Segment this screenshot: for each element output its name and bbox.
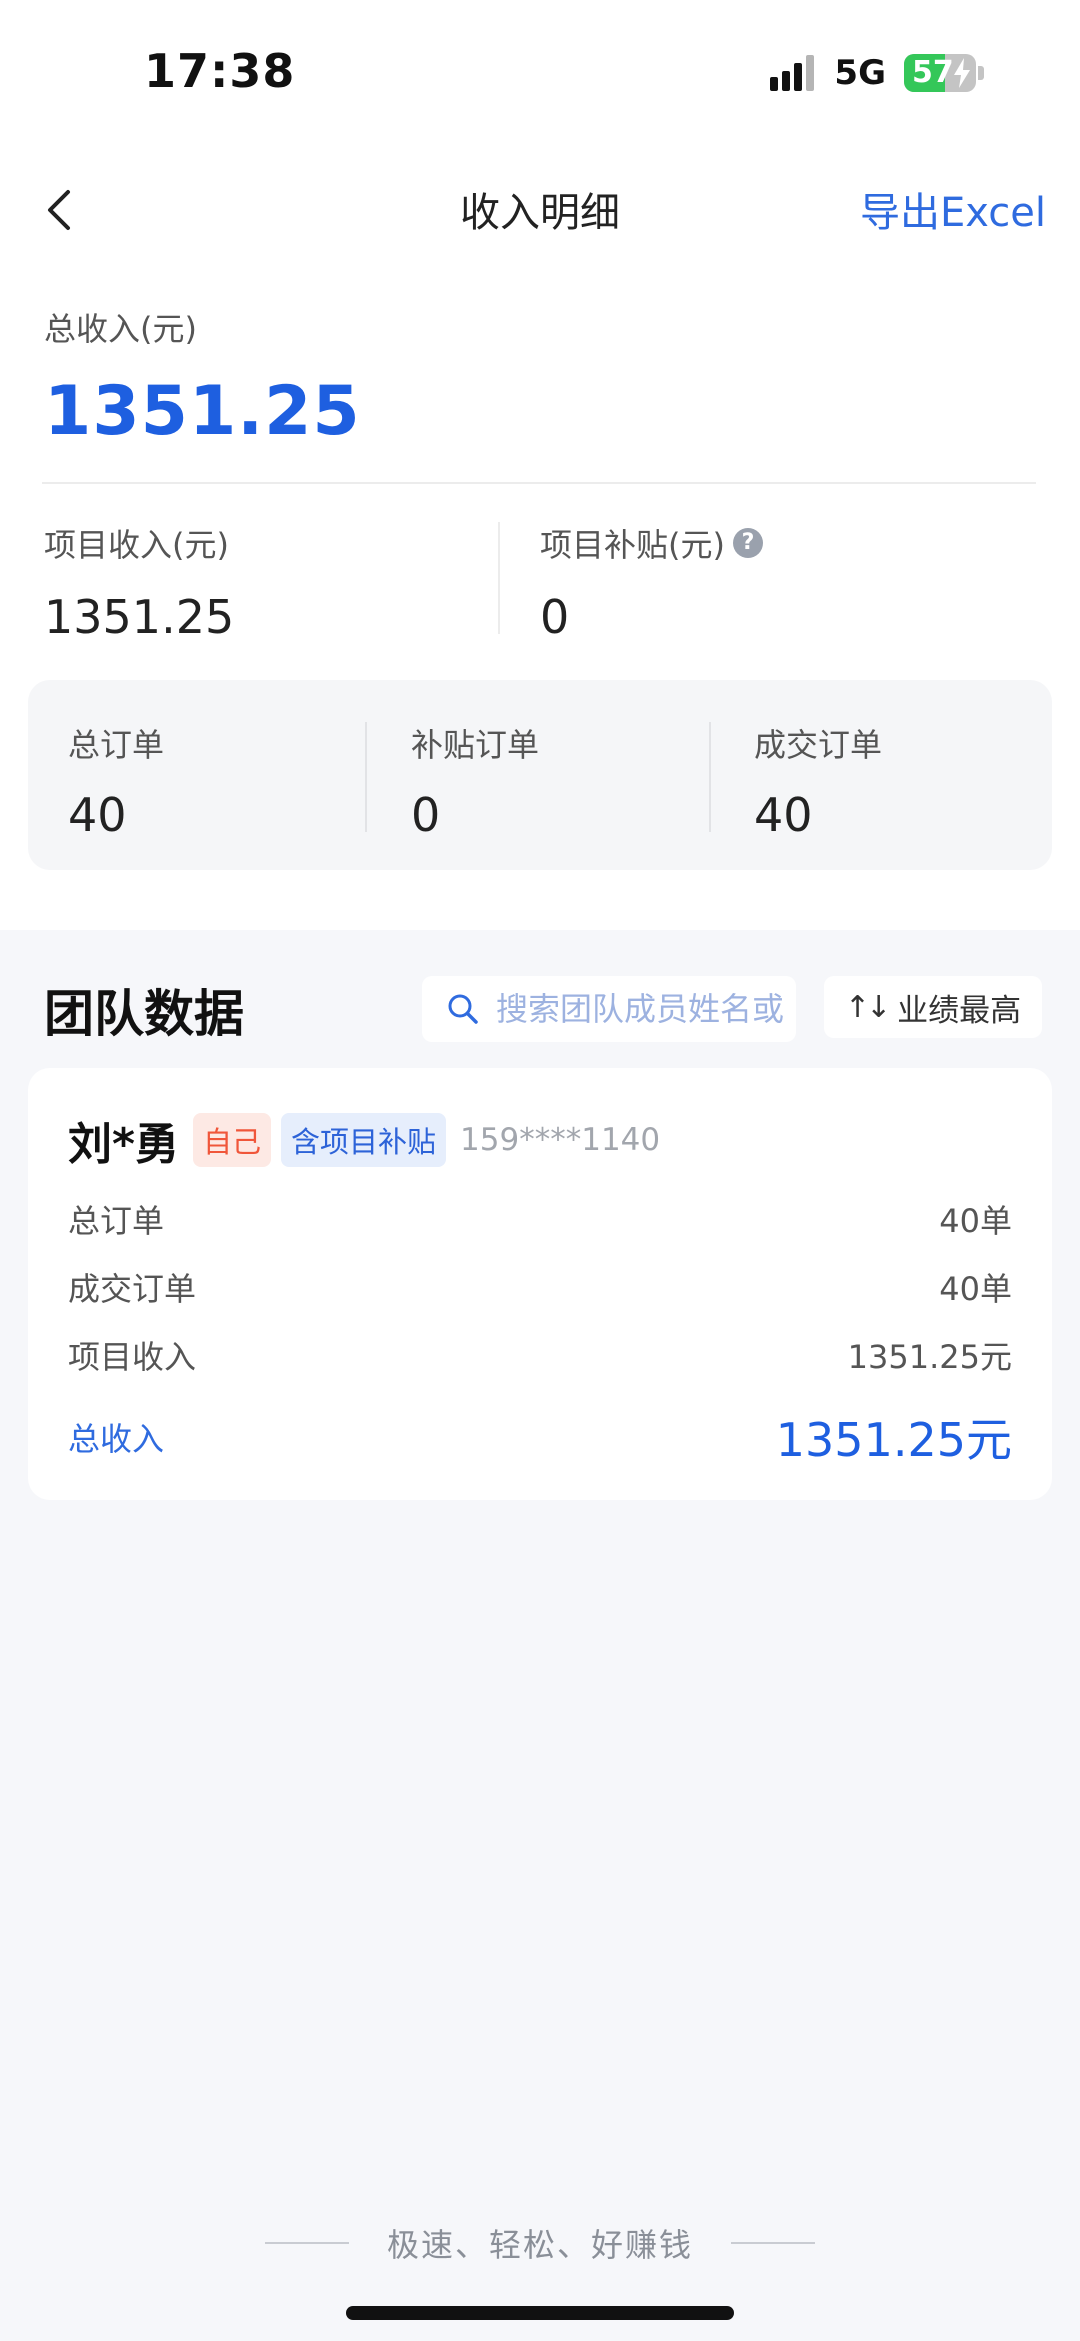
team-search-box[interactable] bbox=[422, 976, 796, 1042]
total-income-label: 总收入(元) bbox=[44, 310, 197, 348]
slogan-line-right bbox=[731, 2242, 815, 2244]
member-total-income-label: 总收入 bbox=[68, 1420, 165, 1458]
member-phone: 159****1140 bbox=[460, 1122, 661, 1158]
orders-card: 总订单 40 补贴订单 0 成交订单 40 bbox=[28, 680, 1052, 870]
divider bbox=[365, 722, 367, 832]
deal-orders-value: 40 bbox=[754, 788, 813, 842]
project-income: 项目收入(元) 1351.25 bbox=[44, 520, 234, 644]
total-orders: 总订单 40 bbox=[68, 720, 164, 842]
row-label: 成交订单 bbox=[68, 1270, 197, 1308]
slogan-line-left bbox=[264, 2242, 349, 2244]
deal-orders-label: 成交订单 bbox=[754, 726, 883, 764]
status-time: 17:38 bbox=[144, 44, 296, 98]
team-section-title: 团队数据 bbox=[44, 985, 244, 1043]
project-subsidy-header: 项目补贴(元) ? bbox=[540, 520, 763, 566]
status-icons: 5G 57 bbox=[766, 50, 984, 96]
member-total-income-value: 1351.25元 bbox=[775, 1413, 1012, 1467]
row-label: 项目收入 bbox=[68, 1338, 197, 1376]
help-icon[interactable]: ? bbox=[732, 528, 763, 558]
total-income-value: 1351.25 bbox=[44, 372, 361, 451]
member-row-project-income: 项目收入 1351.25元 bbox=[68, 1332, 1012, 1378]
subsidy-orders: 补贴订单 0 bbox=[411, 720, 539, 842]
member-name: 刘*勇 bbox=[68, 1119, 180, 1170]
row-value: 1351.25元 bbox=[847, 1338, 1012, 1376]
divider bbox=[498, 522, 500, 634]
project-subsidy: 项目补贴(元) ? 0 bbox=[540, 520, 763, 644]
charging-bolt-icon bbox=[954, 58, 970, 88]
team-search-input[interactable] bbox=[496, 990, 796, 1028]
income-detail-page: 17:38 5G 57 收入明细 导出Excel 总收入(元) 1351.25 … bbox=[0, 0, 1080, 2341]
project-subsidy-label: 项目补贴(元) bbox=[540, 526, 725, 564]
home-indicator[interactable] bbox=[346, 2306, 734, 2320]
member-card[interactable]: 刘*勇 自己 含项目补贴 159****1140 总订单 40单 成交订单 40… bbox=[28, 1068, 1052, 1500]
subsidy-orders-value: 0 bbox=[411, 788, 441, 842]
battery-icon: 57 bbox=[904, 54, 976, 92]
export-excel-button[interactable]: 导出Excel bbox=[860, 180, 1046, 238]
member-row-total-orders: 总订单 40单 bbox=[68, 1196, 1012, 1242]
self-badge: 自己 bbox=[193, 1113, 272, 1167]
divider bbox=[709, 722, 711, 832]
sort-button[interactable]: ↑↓ 业绩最高 bbox=[824, 976, 1042, 1038]
total-orders-label: 总订单 bbox=[68, 726, 165, 764]
battery-level: 57 bbox=[912, 55, 954, 90]
project-income-label: 项目收入(元) bbox=[44, 526, 229, 564]
battery-nub bbox=[978, 66, 984, 80]
search-icon bbox=[448, 994, 478, 1024]
row-value: 40单 bbox=[939, 1202, 1012, 1240]
network-label: 5G bbox=[834, 53, 886, 93]
subsidy-badge: 含项目补贴 bbox=[281, 1113, 447, 1167]
slogan-text: 极速、轻松、好赚钱 bbox=[386, 2226, 693, 2264]
footer-slogan: 极速、轻松、好赚钱 bbox=[0, 2220, 1080, 2266]
member-row-total-income: 总收入 1351.25元 bbox=[68, 1404, 1012, 1470]
deal-orders: 成交订单 40 bbox=[754, 720, 882, 842]
subsidy-orders-label: 补贴订单 bbox=[411, 726, 540, 764]
sort-label: 业绩最高 bbox=[897, 992, 1022, 1029]
member-row-deal-orders: 成交订单 40单 bbox=[68, 1264, 1012, 1310]
row-value: 40单 bbox=[939, 1270, 1012, 1308]
divider bbox=[42, 482, 1036, 484]
member-header: 刘*勇 自己 含项目补贴 159****1140 bbox=[68, 1108, 660, 1172]
sort-icon: ↑↓ bbox=[844, 989, 891, 1025]
total-orders-value: 40 bbox=[68, 788, 127, 842]
row-label: 总订单 bbox=[68, 1202, 165, 1240]
project-subsidy-value: 0 bbox=[540, 590, 570, 644]
project-income-value: 1351.25 bbox=[44, 590, 235, 644]
signal-icon bbox=[766, 55, 815, 91]
